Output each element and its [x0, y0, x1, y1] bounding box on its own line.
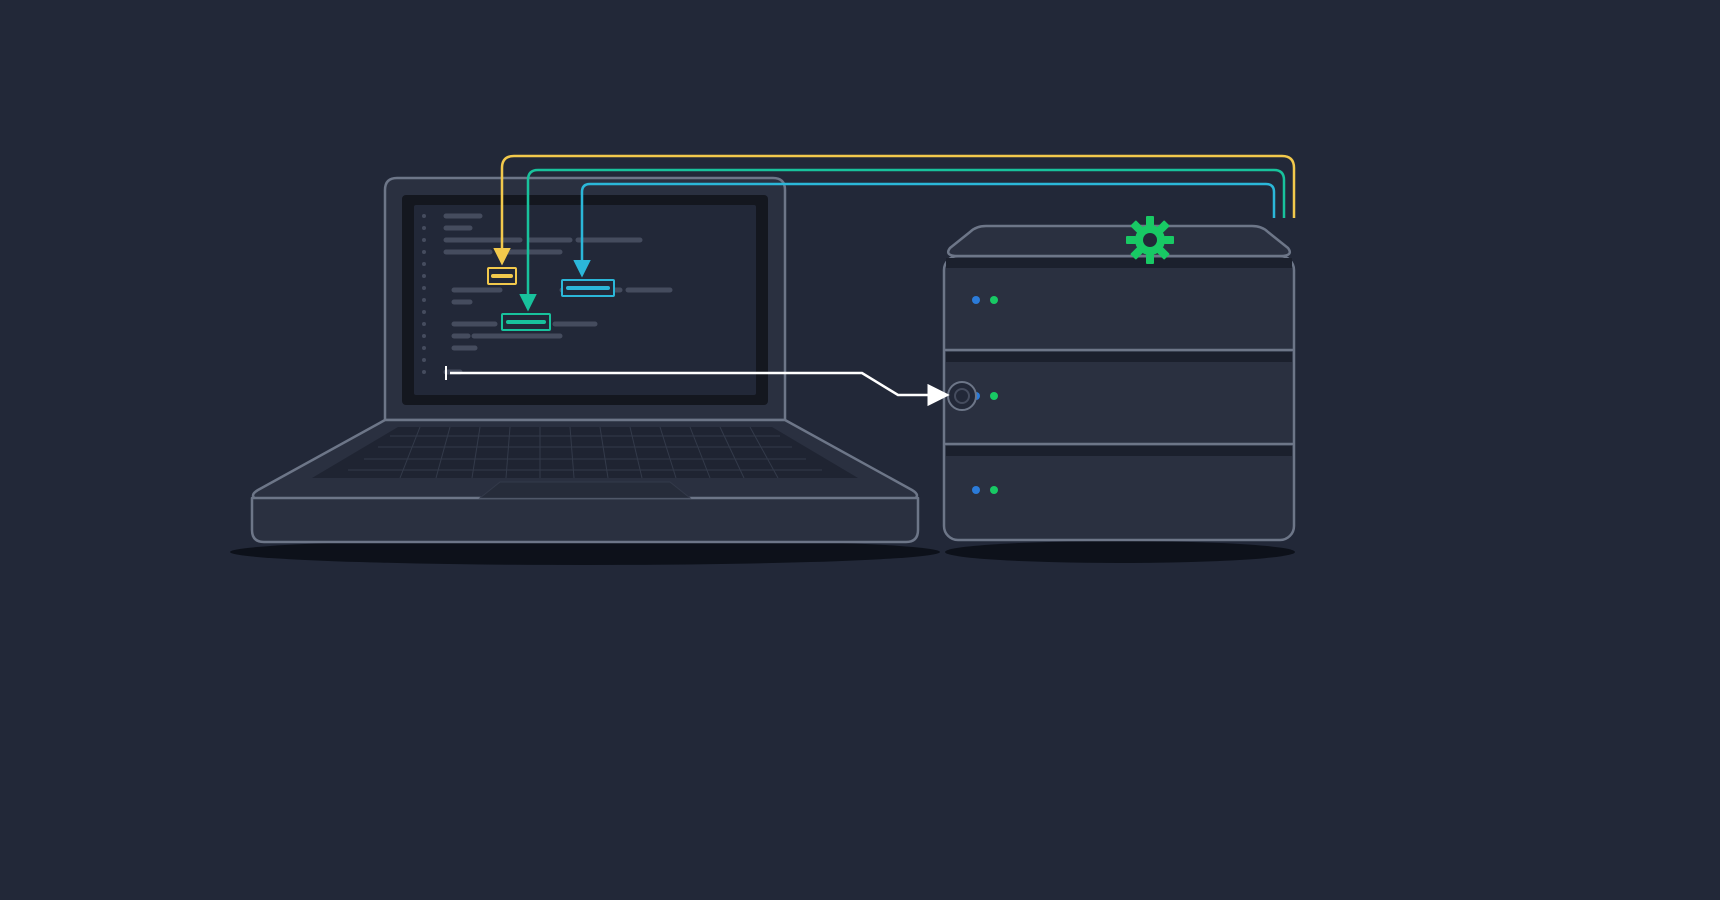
server-shadow — [945, 541, 1295, 563]
code-token-teal — [502, 314, 550, 330]
deployment-diagram — [0, 0, 1720, 900]
code-token-yellow — [488, 268, 516, 284]
gear-icon — [1126, 216, 1174, 264]
code-token-cyan — [562, 280, 614, 296]
server-power-button — [948, 382, 976, 410]
server-stack-icon — [944, 226, 1294, 540]
